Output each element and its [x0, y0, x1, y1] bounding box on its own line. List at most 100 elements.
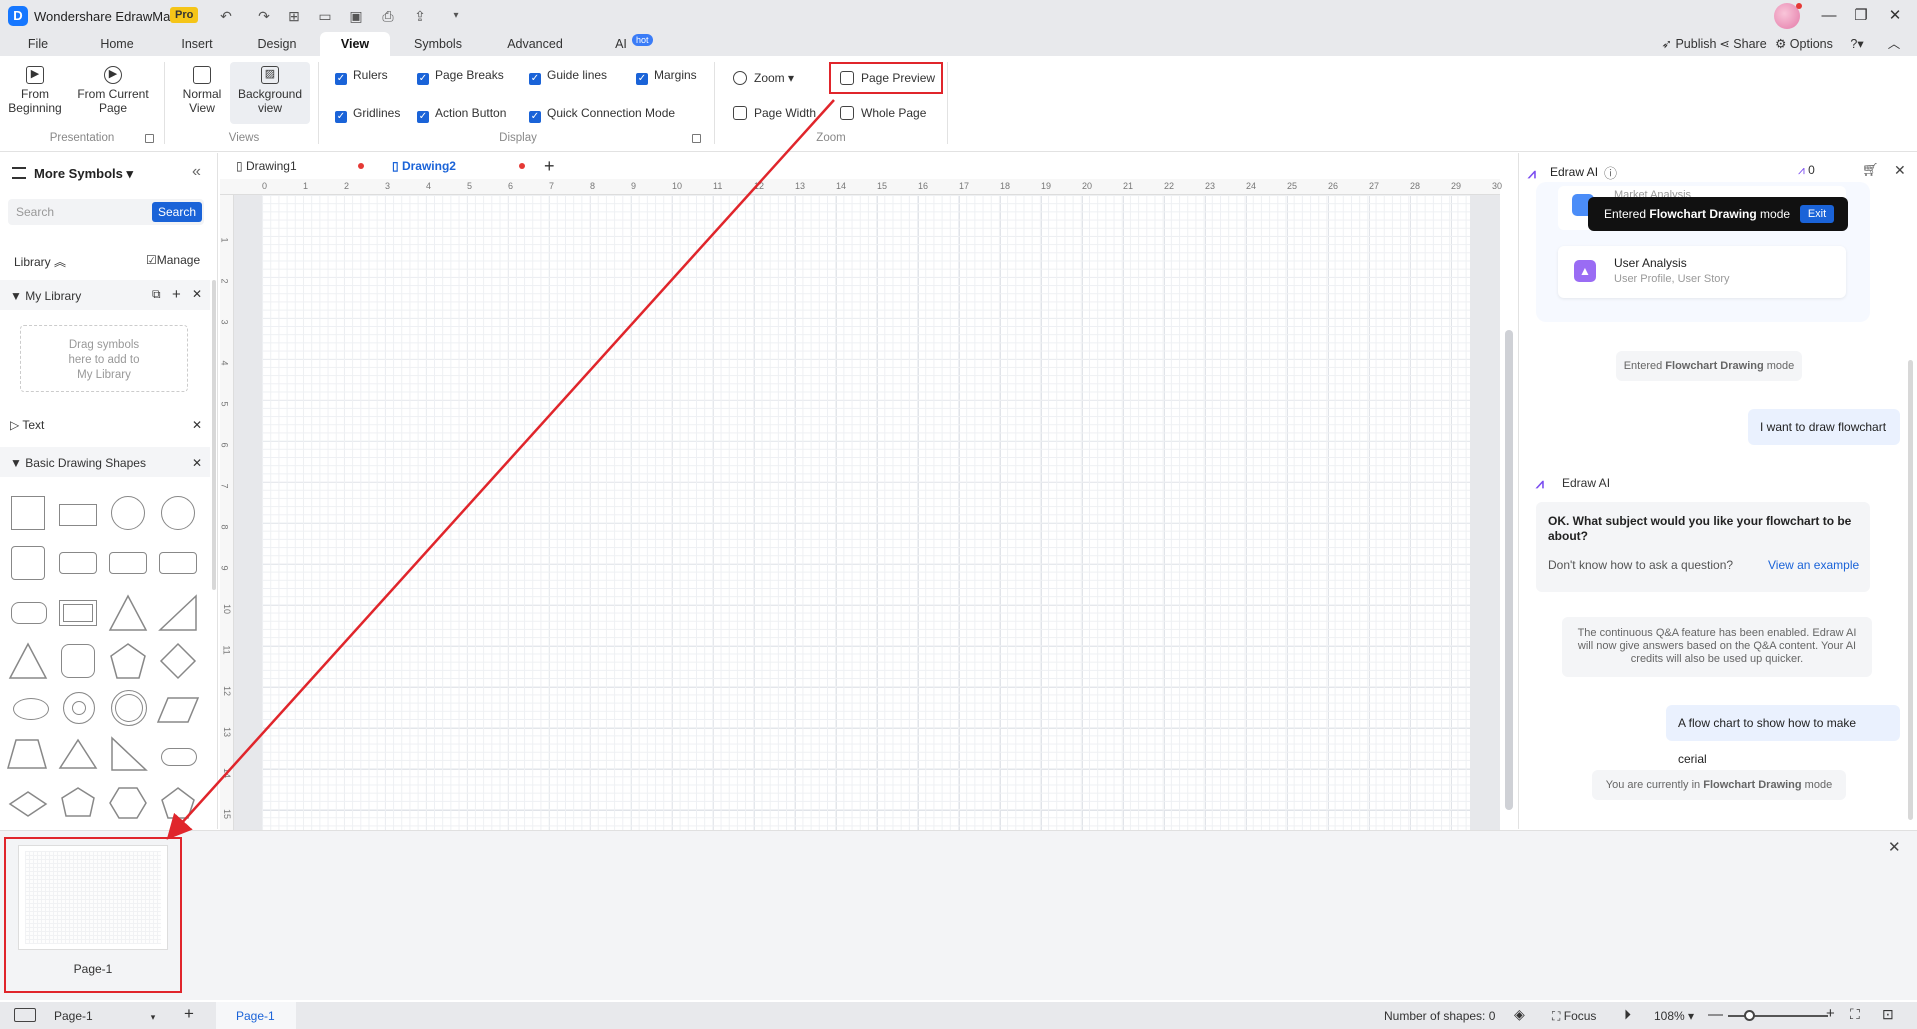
ai-credits[interactable]: ⩘ 0: [1798, 163, 1815, 178]
active-page-tab[interactable]: Page-1: [236, 1009, 275, 1023]
close-window-icon[interactable]: ✕: [1880, 4, 1910, 28]
undo-icon[interactable]: ↶: [216, 7, 236, 25]
zoom-out-icon[interactable]: —: [1708, 1006, 1723, 1023]
collapse-ribbon-icon[interactable]: ︿: [1884, 32, 1904, 56]
tab-drawing2[interactable]: ▯ Drawing2: [392, 159, 456, 173]
panel-scrollbar[interactable]: [212, 280, 216, 590]
collapse-panel-icon[interactable]: «: [192, 163, 201, 181]
manage-button[interactable]: ☑Manage: [146, 253, 200, 267]
quick-connection-checkbox[interactable]: ✓ Quick Connection Mode: [529, 106, 675, 123]
zoom-slider-handle[interactable]: [1744, 1010, 1755, 1021]
more-symbols-title[interactable]: More Symbols ▾: [34, 166, 133, 182]
close-icon[interactable]: ✕: [192, 287, 202, 301]
focus-button[interactable]: ⛶ Focus: [1552, 1009, 1596, 1024]
page-select[interactable]: Page-1 ▾: [54, 1009, 155, 1023]
margins-checkbox[interactable]: ✓ Margins: [636, 68, 697, 85]
restore-icon[interactable]: ❐: [1846, 4, 1876, 28]
gridlines-checkbox[interactable]: ✓ Gridlines: [335, 106, 400, 123]
zoom-slider-track[interactable]: [1728, 1015, 1828, 1017]
page-list-icon[interactable]: [14, 1008, 36, 1022]
share-button[interactable]: ⋖ Share: [1710, 32, 1776, 56]
drawing-page[interactable]: [262, 195, 1470, 830]
fit-page-icon[interactable]: ⛶: [1850, 1006, 1860, 1023]
menu-insert[interactable]: Insert: [172, 32, 222, 56]
rulers-checkbox[interactable]: ✓ Rulers: [335, 68, 388, 85]
display-launcher-icon[interactable]: [692, 134, 701, 143]
menu-advanced[interactable]: Advanced: [500, 32, 570, 56]
customize-dropdown-icon[interactable]: ▾: [446, 7, 466, 25]
shape-trapezoid[interactable]: [7, 739, 47, 769]
help-icon[interactable]: ?▾: [1842, 32, 1872, 56]
menu-symbols[interactable]: Symbols: [408, 32, 468, 56]
minimize-icon[interactable]: —: [1814, 4, 1844, 28]
tab-drawing1[interactable]: ▯ Drawing1: [236, 159, 297, 173]
menu-view[interactable]: View: [320, 32, 390, 56]
shape-parallelogram[interactable]: [156, 697, 200, 723]
page-breaks-checkbox[interactable]: ✓ Page Breaks: [417, 68, 504, 85]
open-folder-icon[interactable]: ▭: [315, 7, 335, 25]
shape-diamond-2[interactable]: [8, 791, 48, 817]
add-page-icon[interactable]: +: [184, 1004, 194, 1024]
guide-lines-checkbox[interactable]: ✓ Guide lines: [529, 68, 607, 85]
import-icon[interactable]: ⧉: [152, 287, 161, 302]
my-library-title[interactable]: ▼ My Library: [10, 289, 81, 303]
shape-right-triangle-2[interactable]: [158, 594, 197, 631]
canvas-vertical-scrollbar[interactable]: [1505, 330, 1513, 810]
close-icon[interactable]: ✕: [192, 456, 202, 470]
redo-icon[interactable]: ↷: [254, 7, 274, 25]
new-file-icon[interactable]: ⊞: [284, 7, 304, 25]
shape-hexagon[interactable]: [109, 787, 147, 819]
ai-panel-scrollbar[interactable]: [1908, 360, 1913, 820]
from-current-page-button[interactable]: ▶ From Current Page: [72, 66, 154, 115]
shape-pentagon[interactable]: [110, 643, 146, 679]
presentation-launcher-icon[interactable]: [145, 134, 154, 143]
save-icon[interactable]: ▣: [346, 7, 366, 25]
play-icon[interactable]: ⏵: [1624, 1006, 1631, 1023]
shape-triangle-2[interactable]: [8, 642, 48, 679]
zoom-in-icon[interactable]: +: [1826, 1005, 1835, 1022]
shape-triangle[interactable]: [108, 594, 148, 631]
fullscreen-icon[interactable]: ⊡: [1882, 1006, 1894, 1023]
text-section-header[interactable]: ▷ Text: [10, 418, 44, 432]
zoom-select[interactable]: 108% ▾: [1654, 1009, 1694, 1023]
print-icon[interactable]: ⎙: [378, 7, 398, 25]
background-view-button[interactable]: ▨ Background view: [230, 62, 310, 124]
action-button-checkbox[interactable]: ✓ Action Button: [417, 106, 506, 123]
whole-page-button[interactable]: Whole Page: [840, 106, 926, 120]
menu-home[interactable]: Home: [92, 32, 142, 56]
library-drop-zone[interactable]: Drag symbols here to add to My Library: [20, 325, 188, 392]
menu-design[interactable]: Design: [252, 32, 302, 56]
check-icon: ✓: [529, 73, 541, 85]
shape-triangle-3[interactable]: [58, 738, 98, 769]
page-preview-button[interactable]: Page Preview: [840, 71, 935, 85]
suggestion-card-user-analysis[interactable]: [1558, 246, 1846, 298]
close-icon[interactable]: ✕: [1894, 162, 1906, 179]
shape-pentagon-2[interactable]: [61, 787, 95, 817]
search-button[interactable]: Search: [152, 202, 202, 222]
layers-icon[interactable]: ◈: [1514, 1006, 1525, 1023]
zoom-dropdown[interactable]: Zoom ▾: [733, 71, 794, 85]
close-preview-icon[interactable]: ✕: [1888, 838, 1901, 856]
menu-ai[interactable]: AI: [610, 32, 632, 56]
cart-icon[interactable]: 🛒︎: [1862, 162, 1879, 178]
add-tab-icon[interactable]: +: [544, 156, 555, 177]
normal-view-label: Normal View: [182, 87, 222, 115]
from-beginning-button[interactable]: ▶ From Beginning: [4, 66, 66, 115]
shape-diamond[interactable]: [159, 642, 197, 680]
info-icon[interactable]: ⓘ: [1604, 163, 1617, 182]
menu-file[interactable]: File: [18, 32, 58, 56]
more-symbols-label: More Symbols: [34, 166, 123, 181]
ruler-tick-label: 15: [877, 181, 888, 191]
add-icon[interactable]: +: [172, 286, 181, 303]
close-icon[interactable]: ✕: [192, 418, 202, 432]
basic-shapes-title[interactable]: ▼ Basic Drawing Shapes: [10, 456, 146, 470]
normal-view-button[interactable]: Normal View: [174, 66, 230, 115]
view-example-link[interactable]: View an example: [1768, 558, 1859, 573]
export-icon[interactable]: ⇪: [410, 7, 430, 25]
options-button[interactable]: ⚙ Options: [1772, 32, 1836, 56]
library-toggle[interactable]: Library ︽: [14, 253, 66, 270]
page-width-button[interactable]: Page Width: [733, 106, 816, 120]
shape-pentagon-3[interactable]: [161, 787, 195, 819]
exit-mode-button[interactable]: Exit: [1800, 205, 1834, 223]
shape-right-triangle[interactable]: [111, 736, 148, 771]
